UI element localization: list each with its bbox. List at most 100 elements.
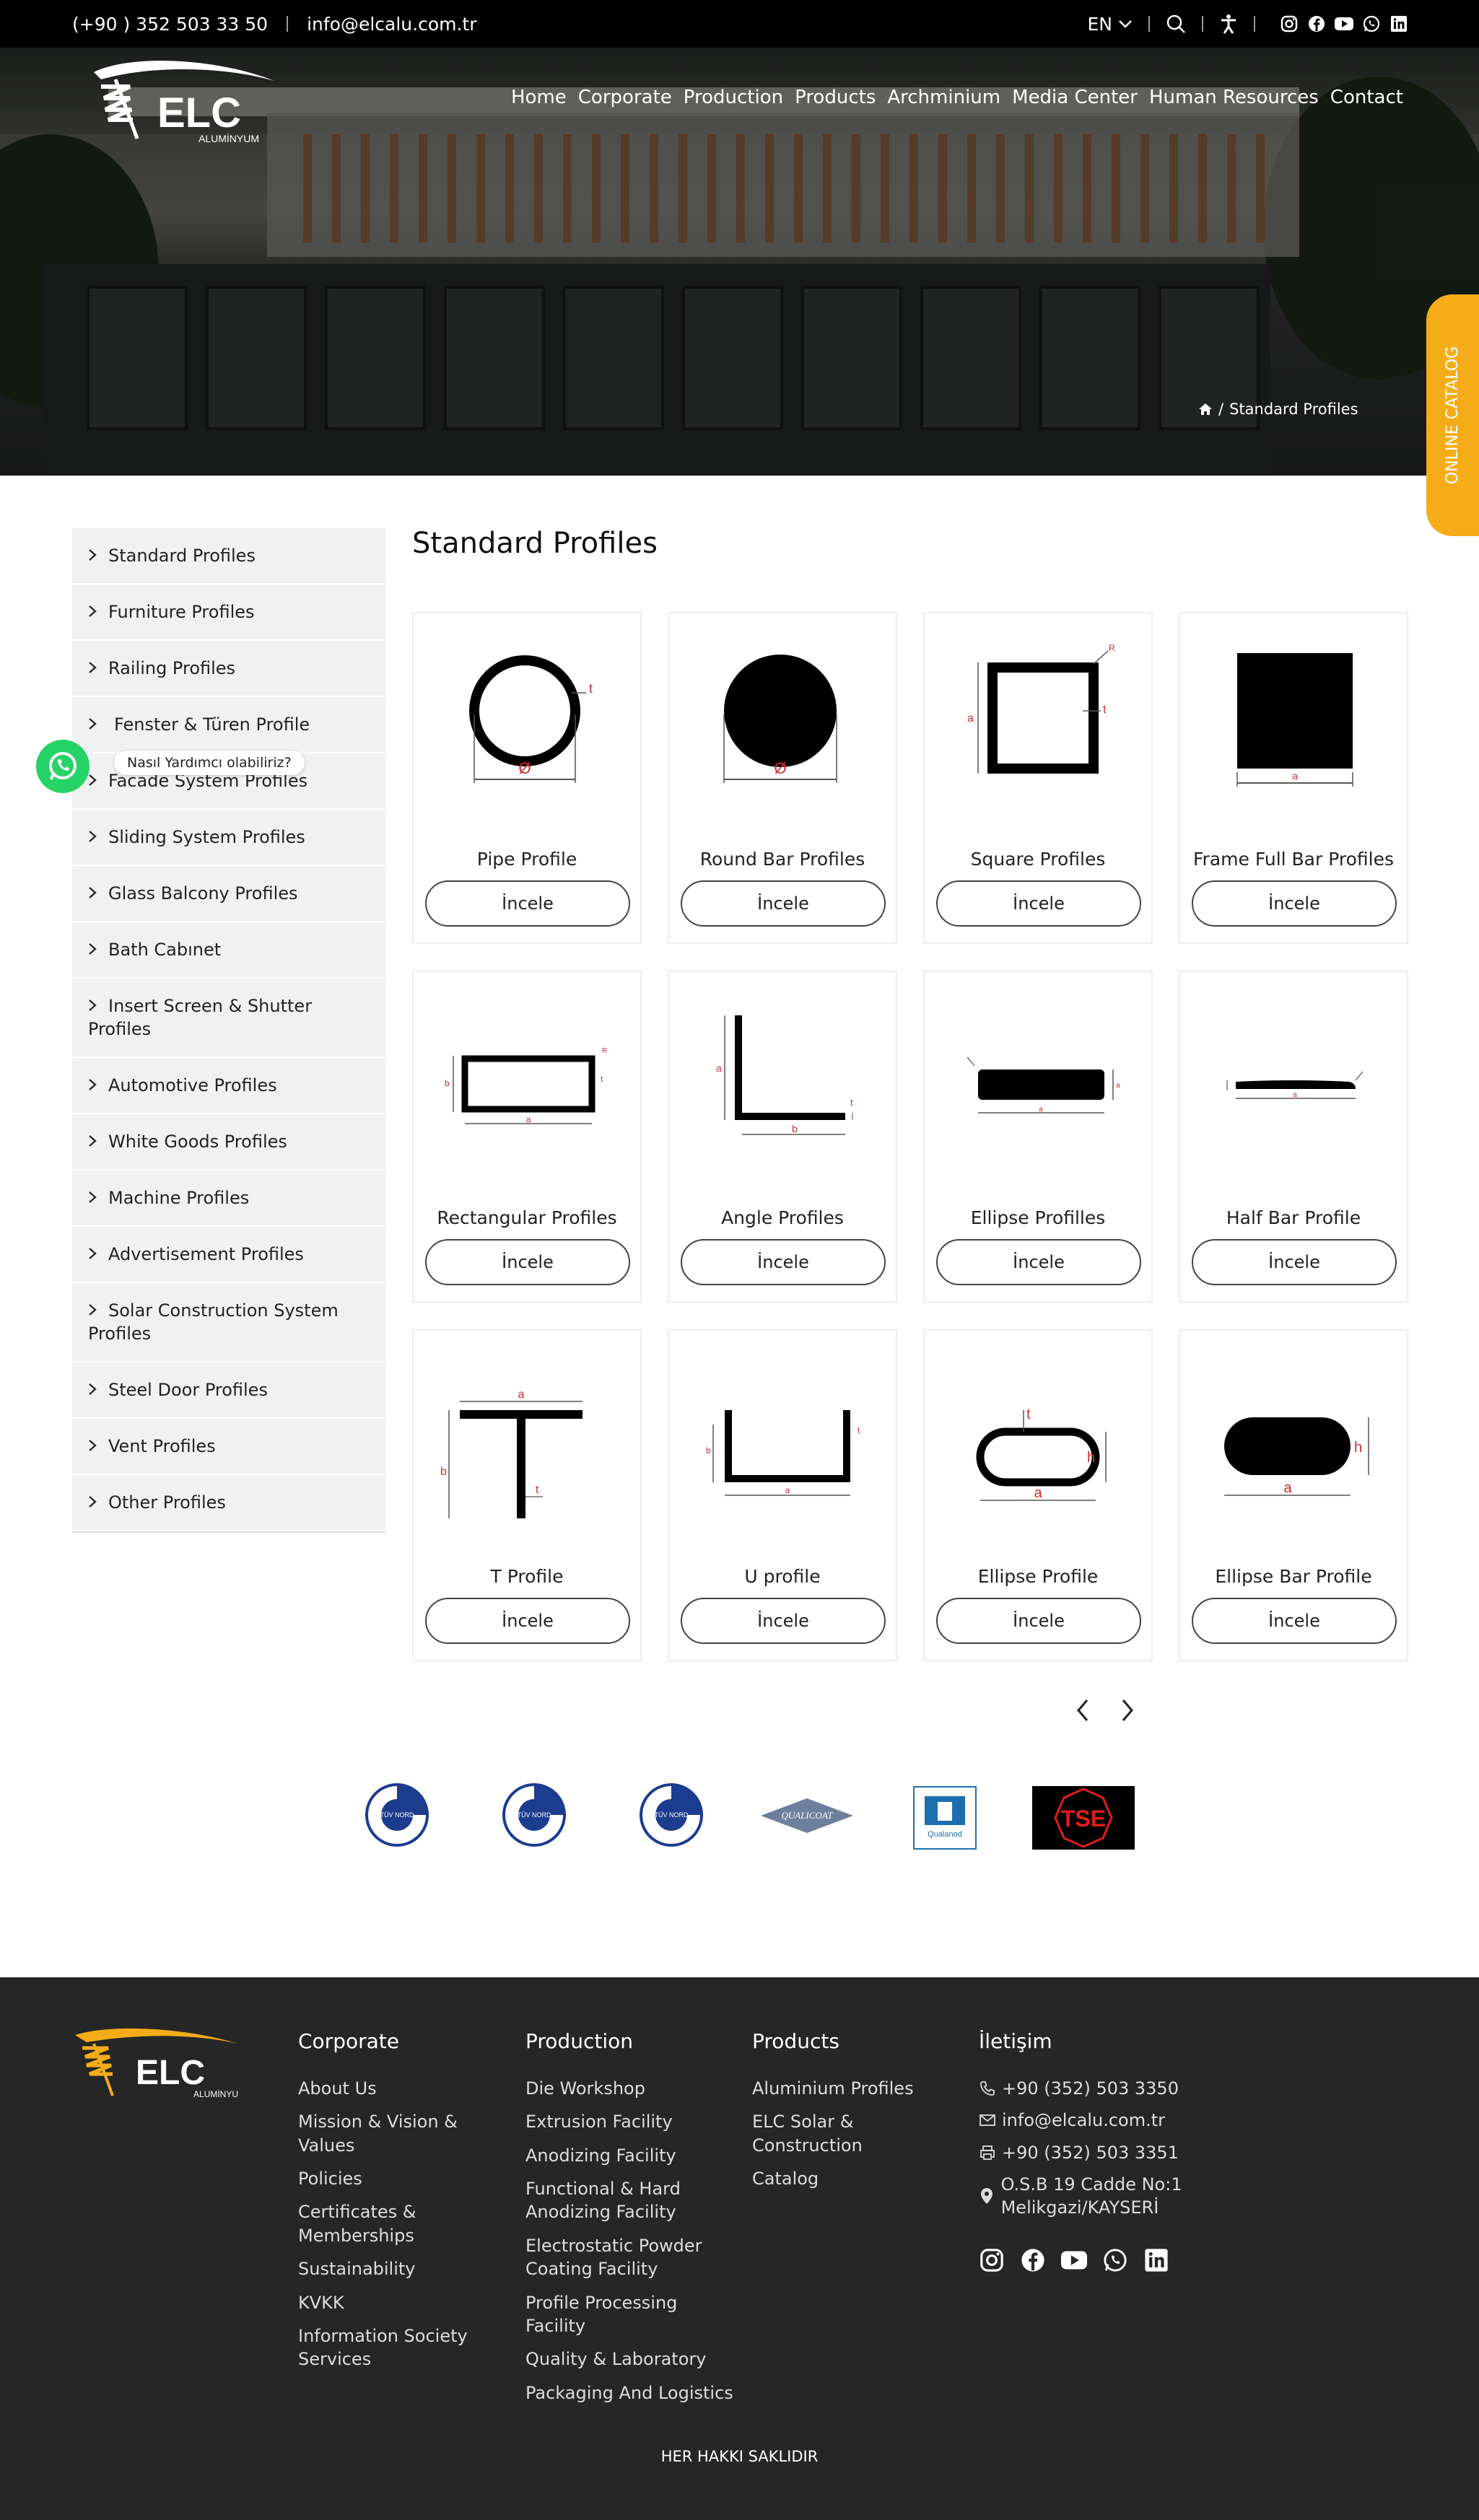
incele-button[interactable]: İncele xyxy=(1192,1239,1397,1285)
footer-link[interactable]: Information Society Services xyxy=(298,2324,507,2371)
incele-button[interactable]: İncele xyxy=(681,1239,886,1285)
nav-media-center[interactable]: Media Center xyxy=(1012,87,1138,108)
footer-link[interactable]: Policies xyxy=(298,2167,507,2190)
product-card[interactable]: Øt Pipe Profile İncele xyxy=(412,612,642,944)
tuv-nord-badge[interactable]: TÜV NORD xyxy=(502,1782,567,1847)
whatsapp-chat-button[interactable] xyxy=(36,740,90,793)
product-card[interactable]: a h Ellipse Bar Profile İncele xyxy=(1179,1329,1408,1661)
instagram-icon[interactable] xyxy=(979,2247,1005,2273)
chevron-right-icon xyxy=(88,1243,98,1266)
linkedin-icon[interactable] xyxy=(1143,2247,1169,2273)
sidebar-item[interactable]: White Goods Profiles xyxy=(72,1114,385,1171)
sidebar-item[interactable]: Insert Screen & Shutter Profiles xyxy=(72,979,385,1058)
footer-link[interactable]: Aluminium Profiles xyxy=(752,2077,969,2100)
qualanod-badge[interactable]: Qualanod xyxy=(913,1786,977,1850)
nav-archminium[interactable]: Archminium xyxy=(887,87,1000,108)
product-card[interactable]: a b t R Rectangular Profiles İncele xyxy=(412,971,642,1303)
sidebar-item[interactable]: Vent Profiles xyxy=(72,1419,385,1475)
nav-human-resources[interactable]: Human Resources xyxy=(1149,87,1319,108)
instagram-icon[interactable] xyxy=(1280,14,1299,33)
footer-link[interactable]: Catalog xyxy=(752,2167,969,2190)
sidebar-item[interactable]: Glass Balcony Profiles xyxy=(72,866,385,922)
youtube-icon[interactable] xyxy=(1061,2247,1087,2273)
footer-elc-logo[interactable]: ELC ALUMİNYUM xyxy=(72,2028,238,2100)
footer-link[interactable]: Quality & Laboratory xyxy=(525,2348,735,2371)
top-phone[interactable]: (+90 ) 352 503 33 50 xyxy=(72,14,268,35)
incele-button[interactable]: İncele xyxy=(936,1239,1141,1285)
sidebar-item[interactable]: Other Profiles xyxy=(72,1475,385,1531)
nav-home[interactable]: Home xyxy=(511,87,567,108)
search-icon[interactable] xyxy=(1166,14,1186,34)
tuv-nord-badge[interactable]: TÜV NORD xyxy=(365,1782,429,1847)
incele-button[interactable]: İncele xyxy=(936,1598,1141,1644)
footer-link[interactable]: Functional & Hard Anodizing Facility xyxy=(525,2177,735,2224)
accessibility-icon[interactable] xyxy=(1219,14,1238,34)
sidebar-item[interactable]: Steel Door Profiles xyxy=(72,1362,385,1419)
sidebar-item[interactable]: Solar Construction System Profiles xyxy=(72,1283,385,1362)
footer-link[interactable]: Electrostatic Powder Coating Facility xyxy=(525,2234,735,2281)
incele-button[interactable]: İncele xyxy=(1192,880,1397,927)
youtube-icon[interactable] xyxy=(1335,14,1353,33)
nav-corporate[interactable]: Corporate xyxy=(578,87,672,108)
whatsapp-icon[interactable] xyxy=(1362,14,1381,33)
incele-button[interactable]: İncele xyxy=(681,880,886,927)
footer-link[interactable]: Packaging And Logistics xyxy=(525,2381,735,2405)
qualicoat-badge[interactable]: QUALICOAT xyxy=(758,1795,856,1836)
footer-link[interactable]: Extrusion Facility xyxy=(525,2110,735,2133)
product-card[interactable]: a b t Angle Profiles İncele xyxy=(668,971,897,1303)
product-card[interactable]: a t R Square Profiles İncele xyxy=(923,612,1153,944)
product-card[interactable]: a h t Ellipse Profile İncele xyxy=(923,1329,1153,1661)
nav-production[interactable]: Production xyxy=(684,87,783,108)
sidebar-item[interactable]: Railing Profiles xyxy=(72,641,385,697)
product-card[interactable]: a b t T Profile İncele xyxy=(412,1329,642,1661)
product-card[interactable]: a Half Bar Profile İncele xyxy=(1179,971,1408,1303)
online-catalog-tab[interactable]: ONLINE CATALOG xyxy=(1426,294,1479,536)
sidebar-item[interactable]: Bath Cabınet xyxy=(72,922,385,979)
tse-badge[interactable]: TSE xyxy=(1032,1786,1135,1850)
nav-products[interactable]: Products xyxy=(795,87,876,108)
product-card[interactable]: a Frame Full Bar Profiles İncele xyxy=(1179,612,1408,944)
incele-button[interactable]: İncele xyxy=(425,880,630,927)
facebook-icon[interactable] xyxy=(1307,14,1326,33)
footer-link[interactable]: About Us xyxy=(298,2077,507,2100)
footer-phone[interactable]: +90 (352) 503 3350 xyxy=(979,2077,1325,2100)
incele-button[interactable]: İncele xyxy=(425,1239,630,1285)
product-card[interactable]: Ø Round Bar Profiles İncele xyxy=(668,612,897,944)
product-card[interactable]: a a Ellipse Profilles İncele xyxy=(923,971,1153,1303)
incele-button[interactable]: İncele xyxy=(425,1598,630,1644)
footer-link[interactable]: Sustainability xyxy=(298,2257,507,2280)
whatsapp-icon[interactable] xyxy=(1102,2247,1128,2273)
sidebar-item[interactable]: Advertisement Profiles xyxy=(72,1227,385,1283)
linkedin-icon[interactable] xyxy=(1389,14,1408,33)
sidebar-item[interactable]: Fenster & Türen Profile xyxy=(72,697,385,753)
footer-link[interactable]: Die Workshop xyxy=(525,2077,735,2100)
chevron-right-icon xyxy=(88,1186,98,1209)
facebook-icon[interactable] xyxy=(1020,2247,1046,2273)
footer-link[interactable]: Mission & Vision & Values xyxy=(298,2110,507,2157)
nav-contact[interactable]: Contact xyxy=(1330,87,1403,108)
footer-link[interactable]: ELC Solar & Construction xyxy=(752,2110,969,2157)
incele-button[interactable]: İncele xyxy=(681,1598,886,1644)
incele-button[interactable]: İncele xyxy=(1192,1598,1397,1644)
incele-button[interactable]: İncele xyxy=(936,880,1141,927)
footer-link[interactable]: Anodizing Facility xyxy=(525,2144,735,2167)
sidebar-item[interactable]: Sliding System Profiles xyxy=(72,810,385,866)
prev-page-button[interactable] xyxy=(1068,1697,1097,1726)
top-email[interactable]: info@elcalu.com.tr xyxy=(307,14,476,35)
home-icon[interactable] xyxy=(1198,402,1213,416)
sidebar-item[interactable]: Furniture Profiles xyxy=(72,585,385,641)
svg-text:a: a xyxy=(1293,1091,1297,1099)
footer-email[interactable]: info@elcalu.com.tr xyxy=(979,2109,1325,2132)
sidebar-item[interactable]: Automotive Profiles xyxy=(72,1058,385,1114)
next-page-button[interactable] xyxy=(1113,1697,1142,1726)
sidebar-item[interactable]: Machine Profiles xyxy=(72,1171,385,1227)
elc-logo[interactable]: ELC ALUMİNYUM xyxy=(72,58,274,144)
chevron-right-icon xyxy=(88,600,98,624)
footer-link[interactable]: Profile Processing Facility xyxy=(525,2291,735,2338)
tuv-nord-badge[interactable]: TÜV NORD xyxy=(639,1782,704,1847)
product-card[interactable]: a b t U profile İncele xyxy=(668,1329,897,1661)
footer-link[interactable]: KVKK xyxy=(298,2291,507,2314)
footer-link[interactable]: Certificates & Memberships xyxy=(298,2200,507,2247)
sidebar-item[interactable]: Standard Profiles xyxy=(72,528,385,585)
language-selector[interactable]: EN xyxy=(1088,14,1133,35)
